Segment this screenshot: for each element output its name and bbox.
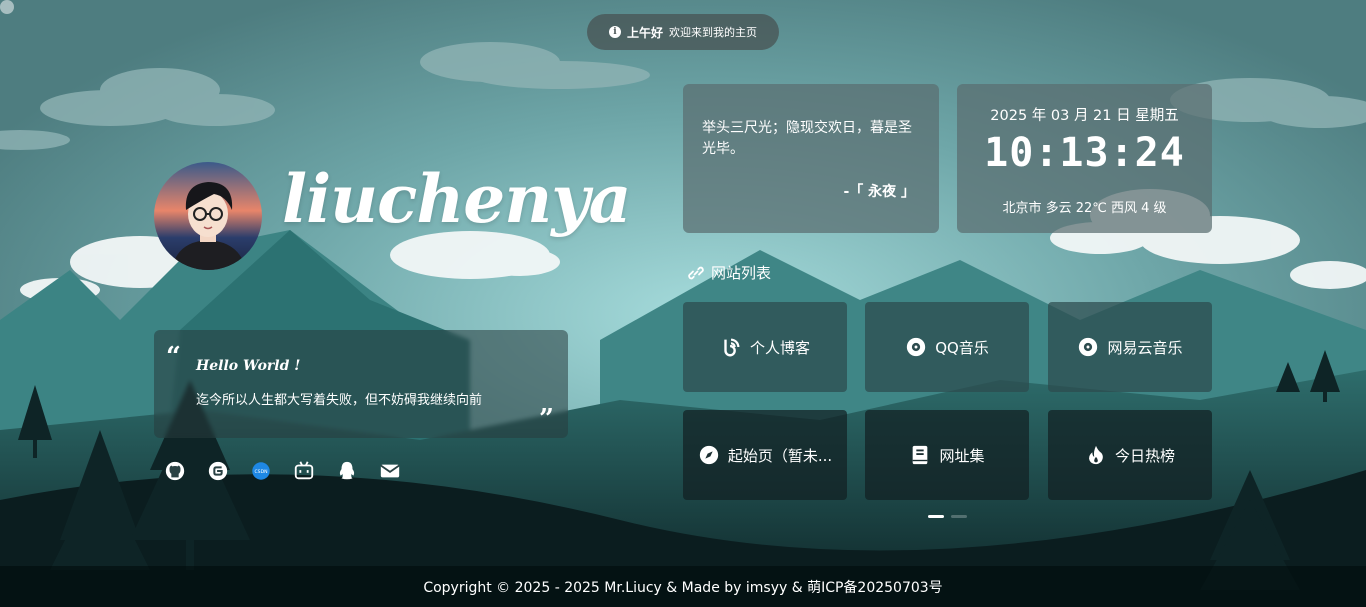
greeting-time-of-day: 上午好 <box>626 25 663 40</box>
digital-clock: 10:13:24 <box>984 130 1185 176</box>
site-card-url-collection[interactable]: 网址集 <box>865 410 1029 500</box>
link-icon <box>688 266 704 279</box>
site-list-heading: 网站列表 <box>687 262 771 283</box>
site-card-blog[interactable]: 个人博客 <box>683 302 847 392</box>
corner-dot <box>0 0 14 14</box>
hitokoto-card[interactable]: 举头三尺光；隐现交欢日，暮是圣光毕。 -「 永夜 」 <box>683 84 939 233</box>
close-quote-icon: ” <box>539 404 554 434</box>
greeting-pill: i 上午好 欢迎来到我的主页 <box>587 14 779 50</box>
book-icon <box>909 444 931 466</box>
site-card-label: 今日热榜 <box>1114 446 1175 465</box>
site-card-qq-music[interactable]: QQ音乐 <box>865 302 1029 392</box>
qq-icon[interactable] <box>336 460 358 482</box>
site-card-label: 网易云音乐 <box>1107 338 1183 357</box>
github-icon[interactable] <box>164 460 186 482</box>
open-quote-icon: “ <box>166 342 181 372</box>
gitee-icon[interactable] <box>207 460 229 482</box>
social-links: CSDN <box>164 460 401 482</box>
music-disc-icon <box>905 336 927 358</box>
motto-text: 迄今所以人生都大写着失败，但不妨碍我继续向前 <box>196 393 483 408</box>
fire-icon <box>1085 444 1107 466</box>
blog-icon <box>720 336 742 358</box>
site-logo-text: liuchenya <box>282 160 631 238</box>
mail-icon[interactable] <box>379 460 401 482</box>
bilibili-icon[interactable] <box>293 460 315 482</box>
motto-title: Hello World ! <box>196 358 301 374</box>
motto-card: “ Hello World ! 迄今所以人生都大写着失败，但不妨碍我继续向前 ” <box>154 330 568 438</box>
page-dot-2[interactable] <box>951 515 967 518</box>
copyright-text: Copyright © 2025 - 2025 Mr.Liucy & Made … <box>423 579 943 596</box>
avatar[interactable] <box>154 162 262 270</box>
greeting-message: 欢迎来到我的主页 <box>669 26 757 39</box>
svg-text:CSDN: CSDN <box>254 469 267 475</box>
hitokoto-source: -「 永夜 」 <box>843 184 915 200</box>
site-card-netease-music[interactable]: 网易云音乐 <box>1048 302 1212 392</box>
site-card-label: 网址集 <box>939 446 985 465</box>
current-date: 2025 年 03 月 21 日 星期五 <box>990 108 1179 124</box>
site-list-title: 网站列表 <box>711 264 772 282</box>
page-dot-1[interactable] <box>928 515 944 518</box>
site-pagination <box>928 515 967 518</box>
site-card-label: 个人博客 <box>749 338 810 357</box>
music-disc-icon <box>1077 336 1099 358</box>
site-card-start-page[interactable]: 起始页（暂未... <box>683 410 847 500</box>
csdn-icon[interactable]: CSDN <box>250 460 272 482</box>
footer: Copyright © 2025 - 2025 Mr.Liucy & Made … <box>0 566 1366 607</box>
time-weather-card: 2025 年 03 月 21 日 星期五 10:13:24 北京市 多云 22℃… <box>957 84 1212 233</box>
info-icon: i <box>608 26 621 38</box>
site-card-label: QQ音乐 <box>935 338 989 357</box>
site-card-hot-list[interactable]: 今日热榜 <box>1048 410 1212 500</box>
site-card-label: 起始页（暂未... <box>727 446 833 465</box>
weather-info: 北京市 多云 22℃ 西风 4 级 <box>1002 201 1167 216</box>
compass-icon <box>698 444 720 466</box>
hitokoto-text: 举头三尺光；隐现交欢日，暮是圣光毕。 <box>702 120 912 157</box>
